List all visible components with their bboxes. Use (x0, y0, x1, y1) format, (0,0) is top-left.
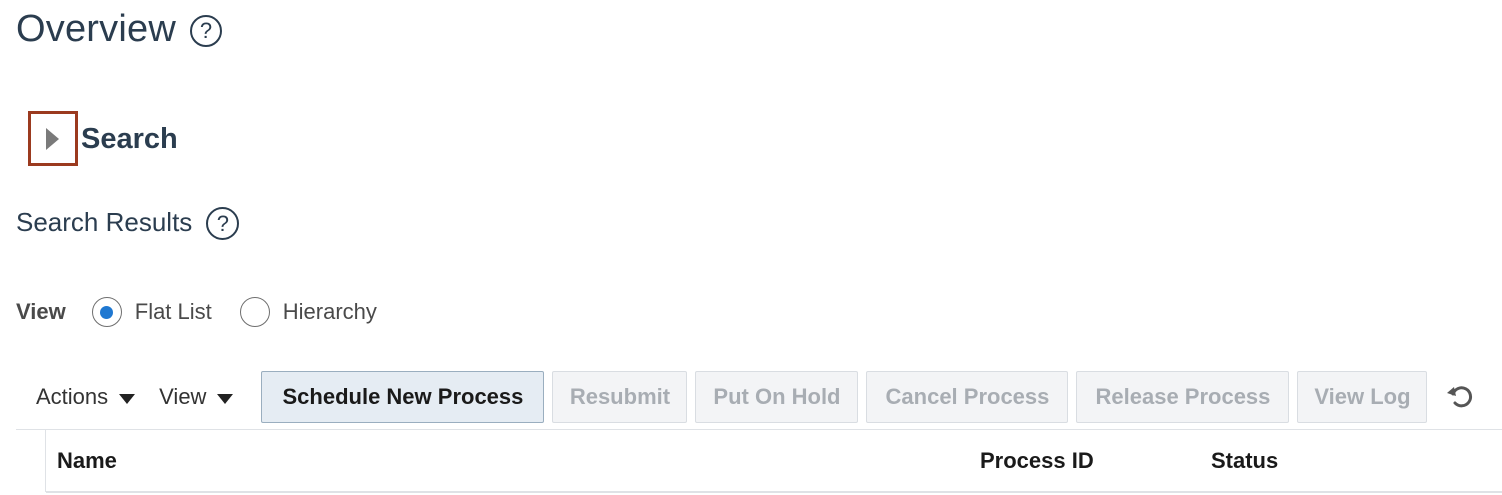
row-selector-column (16, 430, 46, 492)
actions-menu-label: Actions (36, 384, 109, 409)
search-results-header: Search Results ? (16, 205, 240, 240)
refresh-icon[interactable] (1443, 380, 1477, 414)
page-title-text: Overview (16, 7, 176, 50)
resubmit-button[interactable]: Resubmit (552, 371, 688, 423)
table-header-divider (46, 491, 1502, 493)
schedule-new-process-button[interactable]: Schedule New Process (261, 371, 545, 423)
view-log-button[interactable]: View Log (1297, 371, 1428, 423)
help-icon[interactable]: ? (189, 15, 222, 47)
column-header-status[interactable]: Status (1211, 448, 1278, 474)
chevron-down-icon (119, 394, 136, 404)
search-section-title[interactable]: Search (81, 123, 178, 156)
flat-list-radio[interactable] (91, 297, 122, 327)
view-menu-label: View (159, 384, 207, 409)
column-header-process-id[interactable]: Process ID (980, 448, 1094, 474)
search-results-help-icon[interactable]: ? (206, 207, 240, 240)
view-mode-label: View (16, 299, 66, 324)
put-on-hold-button[interactable]: Put On Hold (695, 371, 859, 423)
view-menu-button[interactable]: View (159, 384, 234, 410)
scheduled-processes-page: Overview ? Search Search Results ? View … (0, 0, 1502, 495)
search-section-header: Search (28, 111, 178, 166)
flat-list-label[interactable]: Flat List (135, 299, 212, 325)
radio-selected-dot (100, 305, 114, 319)
results-table-header: Name Process ID Status (16, 430, 1502, 492)
page-title: Overview ? (16, 6, 222, 52)
hierarchy-label[interactable]: Hierarchy (283, 299, 377, 325)
disclosure-collapsed-icon (45, 127, 59, 150)
release-process-button[interactable]: Release Process (1076, 371, 1290, 423)
process-toolbar: Actions View Schedule New Process Resubm… (36, 370, 1477, 424)
column-header-name[interactable]: Name (57, 448, 117, 474)
cancel-process-button[interactable]: Cancel Process (866, 371, 1069, 423)
view-mode-selector: View Flat List Hierarchy (16, 294, 377, 330)
actions-menu-button[interactable]: Actions (36, 384, 136, 410)
hierarchy-radio[interactable] (239, 297, 270, 327)
chevron-down-icon (217, 394, 234, 404)
search-disclosure-toggle[interactable] (28, 111, 78, 166)
search-results-title: Search Results (16, 207, 193, 237)
